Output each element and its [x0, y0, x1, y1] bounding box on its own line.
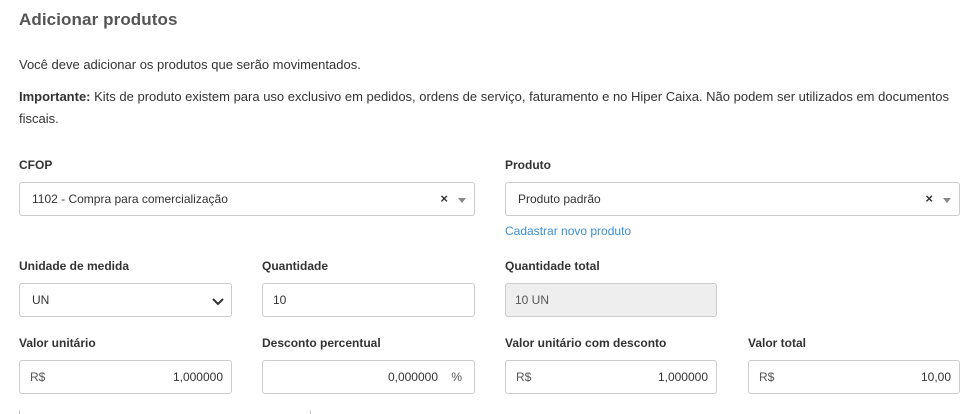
important-notice: Importante: Kits de produto existem para…	[19, 86, 949, 130]
valor-total-value: 10,00	[920, 370, 951, 384]
quantidade-total-label: Quantidade total	[505, 259, 600, 273]
unidade-value: UN	[32, 293, 50, 307]
currency-prefix: R$	[516, 370, 532, 384]
divider	[310, 410, 311, 414]
currency-prefix: R$	[30, 370, 46, 384]
valor-desconto-label: Valor unitário com desconto	[505, 336, 667, 350]
chevron-down-icon[interactable]	[211, 294, 225, 308]
unidade-label: Unidade de medida	[19, 259, 130, 273]
currency-prefix: R$	[759, 370, 775, 384]
intro-text: Você deve adicionar os produtos que serã…	[19, 57, 361, 72]
page-title: Adicionar produtos	[19, 10, 178, 29]
unidade-select[interactable]: UN	[19, 283, 232, 317]
clear-icon[interactable]: ×	[925, 191, 933, 206]
clear-icon[interactable]: ×	[440, 191, 448, 206]
cfop-value: 1102 - Compra para comercialização	[32, 192, 228, 206]
important-label: Importante:	[19, 89, 91, 104]
valor-total-label: Valor total	[748, 336, 807, 350]
quantidade-total-value: 10 UN	[515, 293, 550, 307]
valor-desconto-input[interactable]: R$ 1,000000	[505, 360, 717, 394]
important-text: Kits de produto existem para uso exclusi…	[19, 89, 949, 126]
valor-desconto-value: 1,000000	[657, 370, 708, 384]
quantidade-label: Quantidade	[262, 259, 329, 273]
valor-total-input[interactable]: R$ 10,00	[748, 360, 960, 394]
quantidade-value: 10	[273, 293, 287, 307]
desconto-input[interactable]: 0,000000 %	[262, 360, 475, 394]
valor-unitario-label: Valor unitário	[19, 336, 96, 350]
caret-down-icon[interactable]	[458, 198, 466, 203]
new-product-link[interactable]: Cadastrar novo produto	[505, 224, 631, 238]
desconto-label: Desconto percentual	[262, 336, 381, 350]
produto-select[interactable]: Produto padrão ×	[505, 182, 960, 216]
desconto-value: 0,000000	[387, 370, 438, 384]
quantidade-input[interactable]: 10	[262, 283, 475, 317]
quantidade-total-field: 10 UN	[505, 283, 717, 317]
valor-unitario-value: 1,000000	[172, 370, 223, 384]
produto-value: Produto padrão	[518, 192, 601, 206]
cfop-select[interactable]: 1102 - Compra para comercialização ×	[19, 182, 475, 216]
valor-unitario-input[interactable]: R$ 1,000000	[19, 360, 232, 394]
cfop-label: CFOP	[19, 158, 53, 172]
percent-suffix: %	[451, 370, 462, 384]
caret-down-icon[interactable]	[943, 198, 951, 203]
produto-label: Produto	[505, 158, 551, 172]
divider	[19, 410, 20, 414]
